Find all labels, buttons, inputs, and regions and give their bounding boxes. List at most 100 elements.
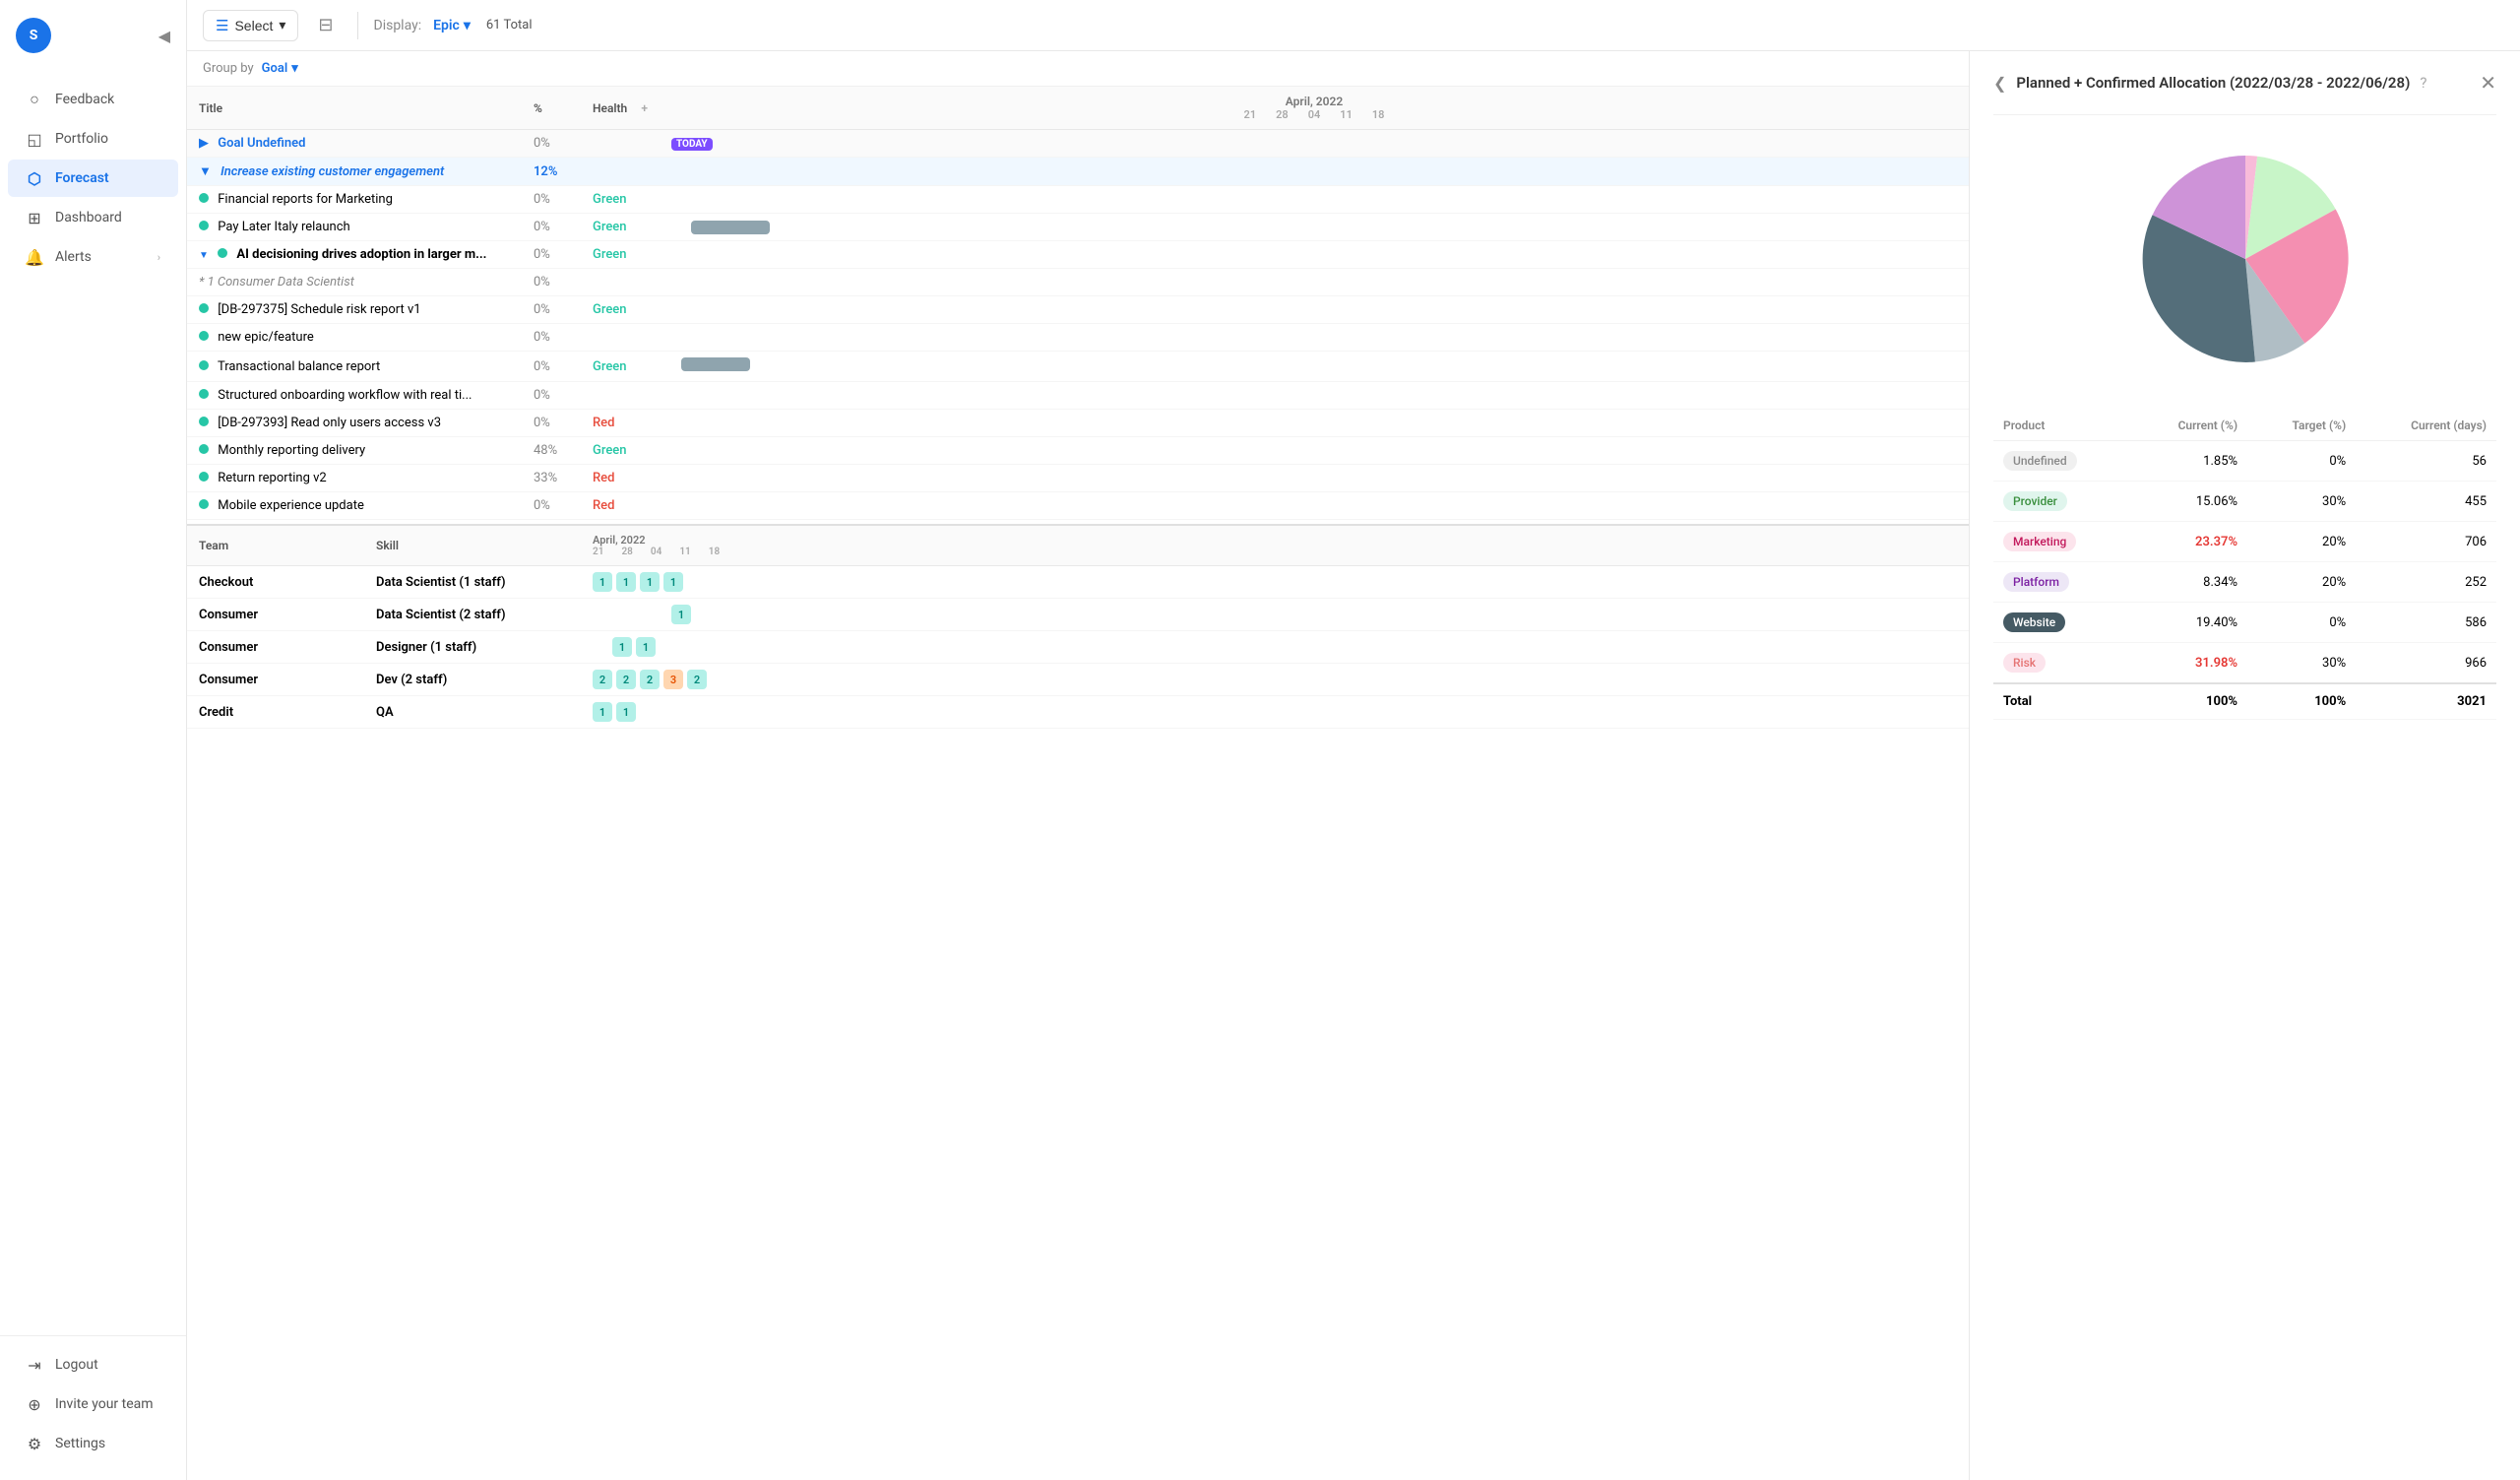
status-dot bbox=[199, 444, 209, 454]
status-dot bbox=[199, 389, 209, 399]
alloc-total-row: Total 100% 100% 3021 bbox=[1993, 683, 2496, 720]
alloc-target-pct-cell: 20% bbox=[2247, 522, 2356, 562]
row-gantt-cell bbox=[660, 214, 1969, 241]
status-dot bbox=[199, 221, 209, 230]
group-by-chevron-icon: ▾ bbox=[291, 61, 298, 76]
sidebar-item-invite[interactable]: ⊕ Invite your team bbox=[8, 1385, 178, 1423]
display-value-button[interactable]: Epic ▾ bbox=[433, 18, 471, 33]
sidebar-item-dashboard[interactable]: ⊞ Dashboard bbox=[8, 199, 178, 236]
row-health-cell bbox=[581, 324, 660, 352]
allocation-badge: 1 bbox=[663, 572, 683, 592]
team-skill-cell: Dev (2 staff) bbox=[364, 664, 581, 696]
product-badge: Undefined bbox=[2003, 451, 2077, 471]
status-dot bbox=[199, 472, 209, 482]
row-health-cell: Red bbox=[581, 465, 660, 492]
group-by-label: Group by bbox=[203, 61, 254, 76]
group-by-value: Goal bbox=[262, 61, 288, 76]
row-pct-cell: 0% bbox=[522, 214, 581, 241]
alloc-total-days: 3021 bbox=[2356, 683, 2496, 720]
team-nums-cell: 1 1 bbox=[581, 631, 1969, 664]
alerts-icon: 🔔 bbox=[26, 248, 43, 266]
team-name-cell: Credit bbox=[187, 696, 364, 729]
row-health-cell bbox=[581, 382, 660, 410]
row-gantt-cell bbox=[660, 382, 1969, 410]
alloc-product-cell: Risk bbox=[1993, 643, 2130, 684]
row-pct-cell: 0% bbox=[522, 296, 581, 324]
toolbar: ☰ Select ▾ ⊟ Display: Epic ▾ 61 Total bbox=[187, 0, 2520, 51]
help-icon[interactable]: ? bbox=[2420, 74, 2426, 92]
panel-collapse-icon[interactable]: ❮ bbox=[1993, 74, 2006, 93]
sidebar-item-portfolio[interactable]: ◱ Portfolio bbox=[8, 120, 178, 158]
content-area: Group by Goal ▾ Title % Health + bbox=[187, 51, 2520, 1480]
table-row: Structured onboarding workflow with real… bbox=[187, 382, 1969, 410]
row-health-cell: Green bbox=[581, 214, 660, 241]
alloc-current-pct-cell: 31.98% bbox=[2130, 643, 2247, 684]
alloc-current-days-cell: 706 bbox=[2356, 522, 2496, 562]
sidebar-item-logout[interactable]: ⇥ Logout bbox=[8, 1346, 178, 1383]
alloc-row: Marketing 23.37% 20% 706 bbox=[1993, 522, 2496, 562]
sidebar-item-alerts[interactable]: 🔔 Alerts › bbox=[8, 238, 178, 276]
alloc-target-pct-cell: 20% bbox=[2247, 562, 2356, 603]
row-pct-cell: 33% bbox=[522, 465, 581, 492]
team-name-cell: Consumer bbox=[187, 599, 364, 631]
allocation-badge: 1 bbox=[636, 637, 656, 657]
sidebar-item-forecast[interactable]: ⬡ Forecast bbox=[8, 160, 178, 197]
settings-icon: ⚙ bbox=[26, 1435, 43, 1452]
portfolio-icon: ◱ bbox=[26, 130, 43, 148]
sidebar-item-feedback[interactable]: ○ Feedback bbox=[8, 81, 178, 118]
pie-chart bbox=[2117, 131, 2373, 387]
table-row: Mobile experience update 0% Red bbox=[187, 492, 1969, 520]
row-title-cell: new epic/feature bbox=[187, 324, 522, 352]
sidebar-item-label: Alerts bbox=[55, 249, 92, 265]
row-title-cell: ▼ Increase existing customer engagement bbox=[187, 158, 522, 186]
row-health-cell bbox=[581, 269, 660, 296]
allocation-badge: 2 bbox=[640, 670, 660, 689]
close-icon[interactable]: ✕ bbox=[2480, 71, 2496, 95]
alloc-product-cell: Undefined bbox=[1993, 441, 2130, 482]
row-title-cell: Pay Later Italy relaunch bbox=[187, 214, 522, 241]
display-label: Display: bbox=[374, 18, 422, 33]
collapse-icon[interactable]: ▼ bbox=[199, 250, 209, 261]
team-name-cell: Checkout bbox=[187, 566, 364, 599]
alloc-row: Undefined 1.85% 0% 56 bbox=[1993, 441, 2496, 482]
product-badge: Website bbox=[2003, 612, 2065, 632]
row-health-cell: Green bbox=[581, 352, 660, 382]
product-badge: Provider bbox=[2003, 491, 2067, 511]
team-row: Consumer Dev (2 staff) 2 2 2 3 2 bbox=[187, 664, 1969, 696]
alloc-target-pct-cell: 30% bbox=[2247, 482, 2356, 522]
alloc-current-pct-cell: 1.85% bbox=[2130, 441, 2247, 482]
select-button[interactable]: ☰ Select ▾ bbox=[203, 10, 298, 41]
select-icon: ☰ bbox=[216, 17, 228, 34]
expand-icon[interactable]: ▶ bbox=[199, 136, 209, 151]
table-row: Transactional balance report 0% Green bbox=[187, 352, 1969, 382]
allocation-badge: 1 bbox=[612, 637, 632, 657]
alloc-current-pct-cell: 8.34% bbox=[2130, 562, 2247, 603]
team-name-cell: Consumer bbox=[187, 664, 364, 696]
main-content: ☰ Select ▾ ⊟ Display: Epic ▾ 61 Total Gr… bbox=[187, 0, 2520, 1480]
alloc-row: Platform 8.34% 20% 252 bbox=[1993, 562, 2496, 603]
table-row: [DB-297393] Read only users access v3 0%… bbox=[187, 410, 1969, 437]
allocation-badge: 1 bbox=[593, 702, 612, 722]
status-dot bbox=[199, 303, 209, 313]
add-column-icon[interactable]: + bbox=[641, 101, 648, 115]
row-pct-cell: 48% bbox=[522, 437, 581, 465]
status-dot bbox=[218, 248, 227, 258]
collapse-icon[interactable]: ▼ bbox=[199, 164, 212, 179]
row-title-cell: [DB-297393] Read only users access v3 bbox=[187, 410, 522, 437]
product-badge: Risk bbox=[2003, 653, 2046, 673]
allocation-badge: 1 bbox=[616, 572, 636, 592]
row-health-cell: Green bbox=[581, 186, 660, 214]
sidebar-toggle-button[interactable]: ◀ bbox=[158, 27, 170, 45]
filter-button[interactable]: ⊟ bbox=[310, 11, 341, 39]
group-by-select[interactable]: Goal ▾ bbox=[262, 61, 298, 76]
table-row: ▶ Goal Undefined 0% TODAY bbox=[187, 130, 1969, 158]
team-nums-cell: 1 bbox=[581, 599, 1969, 631]
toolbar-divider bbox=[357, 12, 358, 39]
row-title-cell: Structured onboarding workflow with real… bbox=[187, 382, 522, 410]
sidebar-item-settings[interactable]: ⚙ Settings bbox=[8, 1425, 178, 1462]
team-skill-cell: QA bbox=[364, 696, 581, 729]
alloc-total-target-pct: 100% bbox=[2247, 683, 2356, 720]
col-header-skill: Skill bbox=[364, 526, 581, 566]
gantt-table: Title % Health + April, 2022 21 28 bbox=[187, 87, 1969, 520]
allocation-badge: 1 bbox=[593, 572, 612, 592]
